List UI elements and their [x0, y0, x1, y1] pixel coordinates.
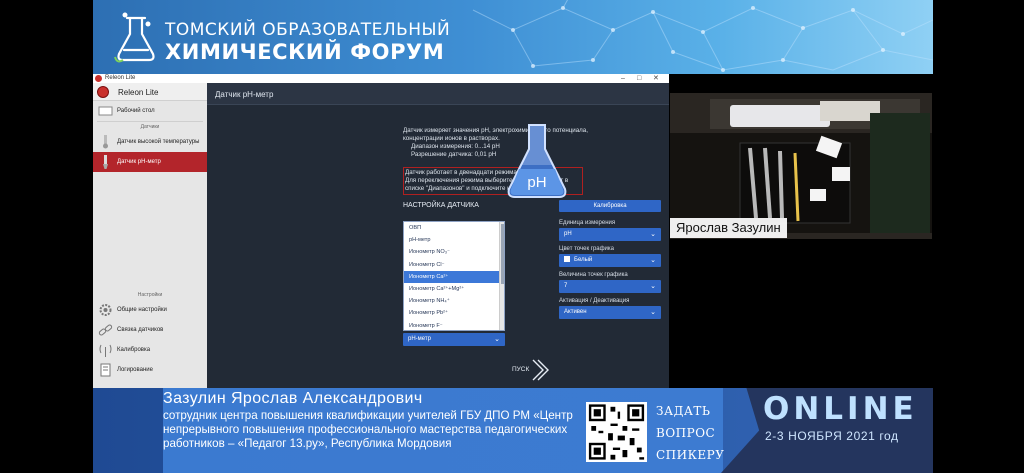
dropdown-option[interactable]: ОВП: [404, 222, 504, 234]
range-select-value: pH-метр: [408, 336, 432, 342]
flask-label: pH: [527, 174, 546, 191]
point-color-select[interactable]: Белый ⌄: [559, 254, 661, 267]
speaker-info-line1: сотрудник центра повышения квалификации …: [163, 409, 573, 422]
qr-code-icon[interactable]: [586, 402, 647, 462]
sidebar-item-label: Общие настройки: [117, 307, 167, 313]
sidebar-item-label: Калибровка: [117, 347, 151, 353]
sidebar-item-label: Логирование: [117, 367, 153, 373]
ask-question-line1: ЗАДАТЬ: [656, 404, 711, 418]
point-color-label: Цвет точек графика: [559, 246, 614, 252]
sidebar-item-logging[interactable]: Логирование: [93, 360, 207, 380]
speaker-info-line3: работников – «Педагог 13.ру», Республика…: [163, 437, 452, 450]
chevron-down-icon: ⌄: [650, 231, 656, 238]
chevron-down-icon: ⌄: [650, 309, 656, 316]
range-dropdown-list[interactable]: ОВП pH-метр Ионометр NO₃⁻ Ионометр Cl⁻ И…: [403, 221, 505, 331]
dropdown-option-highlighted[interactable]: Ионометр Ca²⁺: [404, 270, 504, 283]
speaker-info-line2: непрерывного повышения профессионального…: [163, 423, 568, 436]
unit-select[interactable]: pH ⌄: [559, 228, 661, 241]
ask-question-line2: ВОПРОС: [656, 426, 716, 440]
dropdown-option[interactable]: Ионометр Cl⁻: [404, 259, 504, 271]
chevron-down-icon: ⌄: [494, 336, 500, 343]
chevron-down-icon: ⌄: [650, 257, 656, 264]
ph-probe-icon: [103, 155, 108, 169]
activation-select[interactable]: Активен ⌄: [559, 306, 661, 319]
releon-app-window: Releon Lite – □ ✕ Releon Lite Рабочий ст…: [93, 74, 669, 390]
window-titlebar: Releon Lite – □ ✕: [93, 74, 669, 83]
color-swatch: [564, 256, 570, 262]
desktop-icon: [98, 106, 113, 116]
sidebar-item-high-temp-sensor[interactable]: Датчик высокой температуры: [93, 132, 207, 152]
forum-title-line1: ТОМСКИЙ ОБРАЗОВАТЕЛЬНЫЙ: [165, 20, 451, 40]
sidebar-item-label: Датчик pH-метр: [117, 159, 161, 165]
sidebar-item-calibration[interactable]: Калибровка: [93, 340, 207, 360]
close-icon[interactable]: ✕: [653, 74, 659, 83]
minimize-icon[interactable]: –: [621, 74, 625, 83]
antenna-icon: [99, 344, 112, 357]
resolution-text: Разрешение датчика: 0,01 pH: [411, 151, 497, 158]
activation-value: Активен: [564, 309, 587, 315]
sidebar-item-label: Рабочий стол: [117, 108, 155, 114]
forum-title-line2: ХИМИЧЕСКИЙ ФОРУМ: [165, 40, 445, 64]
window-title: Releon Lite: [105, 75, 136, 81]
start-arrow-icon[interactable]: [531, 359, 551, 381]
range-text: Диапазон измерения: 0...14 pH: [411, 143, 500, 150]
link-icon: [98, 324, 113, 336]
dropdown-option[interactable]: Ионометр NH₄⁺: [404, 295, 504, 307]
dropdown-option[interactable]: Ионометр Ca²⁺+Mg²⁺: [404, 283, 504, 295]
point-size-label: Величина точек графика: [559, 272, 628, 278]
sidebar-item-ph-sensor[interactable]: Датчик pH-метр: [93, 152, 207, 172]
sidebar-brand: Releon Lite: [93, 83, 207, 101]
speaker-webcam: Ярослав Зазулин: [670, 93, 932, 239]
sidebar-item-general-settings[interactable]: Общие настройки: [93, 300, 207, 320]
activation-label: Активация / Деактивация: [559, 298, 630, 304]
log-icon: [100, 363, 111, 377]
unit-label: Единица измерения: [559, 220, 616, 226]
gear-icon: [99, 304, 112, 316]
description-line2: концентрации ионов в растворах.: [403, 135, 500, 142]
point-size-select[interactable]: 7 ⌄: [559, 280, 661, 293]
settings-section-title: НАСТРОЙКА ДАТЧИКА: [403, 202, 479, 209]
thermometer-icon: [103, 135, 108, 149]
sidebar-section-sensors: Датчики: [140, 124, 160, 130]
point-size-value: 7: [564, 283, 568, 289]
event-dates: 2-3 НОЯБРЯ 2021 год: [765, 429, 899, 443]
lower-third-banner: Зазулин Ярослав Александрович сотрудник …: [93, 388, 933, 473]
sidebar: Releon Lite Рабочий стол Датчики Датчик …: [93, 83, 207, 390]
dropdown-scrollbar[interactable]: [499, 222, 504, 330]
main-panel: Датчик pH-метр Датчик измеряет значения …: [207, 83, 669, 390]
sidebar-item-label: Связка датчиков: [117, 327, 164, 333]
scrollbar-thumb[interactable]: [501, 224, 504, 284]
ph-flask-icon: pH: [507, 124, 567, 198]
sidebar-item-sensor-link[interactable]: Связка датчиков: [93, 320, 207, 340]
point-color-value: Белый: [574, 257, 593, 263]
page-title: Датчик pH-метр: [207, 83, 669, 105]
speaker-name-tag: Ярослав Зазулин: [670, 218, 787, 238]
dropdown-option[interactable]: Ионометр NO₃⁻: [404, 246, 504, 258]
ask-question-line3: СПИКЕРУ: [656, 448, 725, 462]
speaker-full-name: Зазулин Ярослав Александрович: [163, 390, 423, 407]
forum-logo-icon: [114, 12, 155, 63]
online-label: ONLINE: [763, 391, 918, 427]
dropdown-option[interactable]: Ионометр Pb²⁺: [404, 307, 504, 319]
app-icon: [95, 75, 102, 82]
unit-select-value: pH: [564, 231, 572, 237]
brand-label: Releon Lite: [118, 88, 159, 97]
sidebar-item-label: Датчик высокой температуры: [117, 139, 200, 145]
calibrate-button[interactable]: Калибровка: [559, 200, 661, 212]
sidebar-section-settings: Настройки: [137, 292, 163, 298]
releon-logo-icon: [97, 86, 109, 98]
sidebar-item-desktop[interactable]: Рабочий стол: [93, 101, 207, 121]
range-select[interactable]: pH-метр ⌄: [403, 333, 505, 346]
dropdown-option[interactable]: pH-метр: [404, 234, 504, 246]
start-button-label[interactable]: ПУСК: [512, 366, 529, 373]
dropdown-option[interactable]: Ионометр F⁻: [404, 320, 504, 331]
maximize-icon[interactable]: □: [637, 74, 641, 83]
chevron-down-icon: ⌄: [650, 283, 656, 290]
forum-banner: ТОМСКИЙ ОБРАЗОВАТЕЛЬНЫЙ ХИМИЧЕСКИЙ ФОРУМ: [93, 0, 933, 74]
